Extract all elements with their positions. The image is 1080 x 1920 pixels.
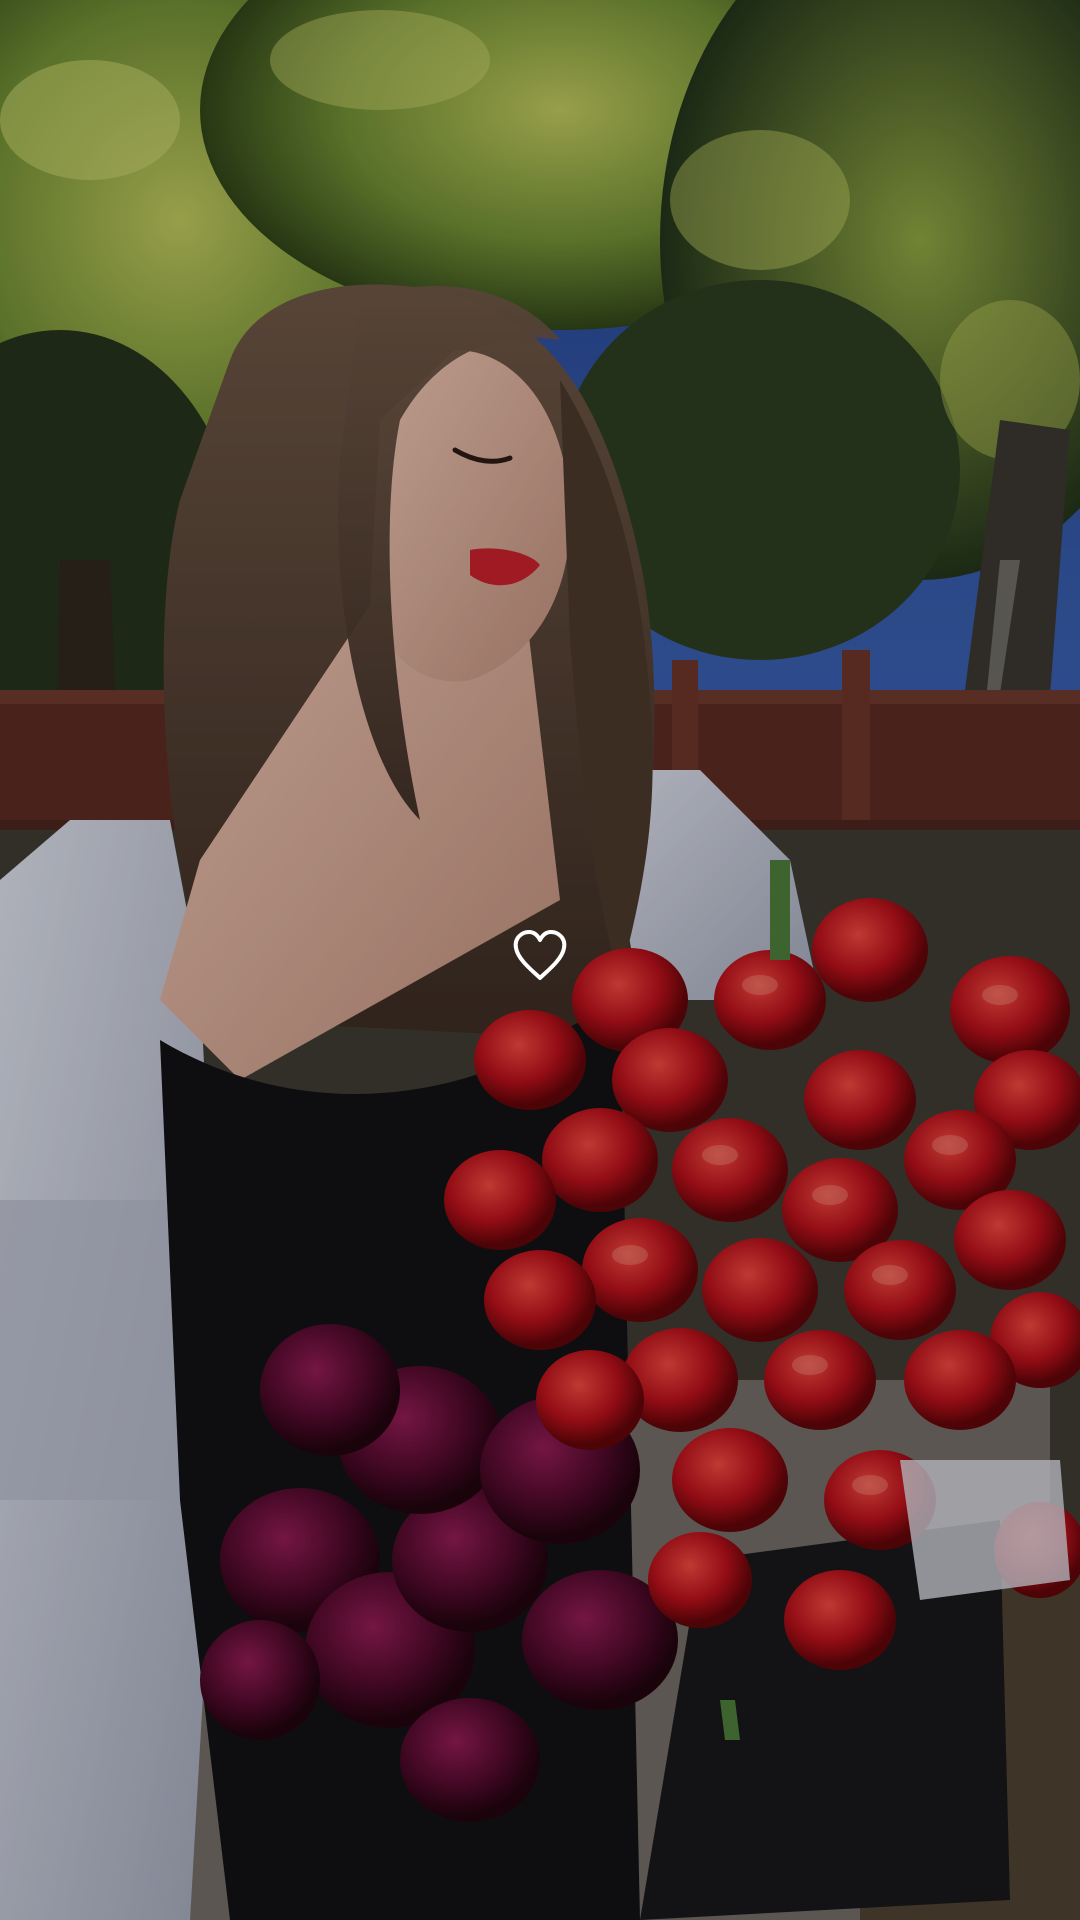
live-wallpaper-preview xyxy=(0,0,1080,1920)
heart-outline-icon xyxy=(513,930,567,980)
like-button[interactable] xyxy=(504,920,576,992)
